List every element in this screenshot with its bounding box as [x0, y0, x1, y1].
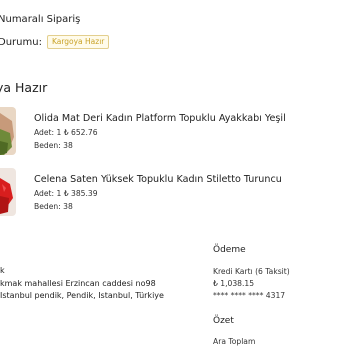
order-title: Numaralı Sipariş — [0, 14, 81, 25]
summary-heading: Özet — [213, 316, 234, 326]
product-thumbnail[interactable] — [0, 107, 16, 155]
product-name[interactable]: Olida Mat Deri Kadın Platform Topuklu Ay… — [34, 113, 286, 124]
status-badge: Kargoya Hazır — [46, 35, 110, 49]
section-heading: ya Hazır — [0, 80, 48, 95]
red-shoe-image — [0, 168, 16, 216]
product-qty-price: Adet: 1 ₺ 385.39 — [34, 189, 98, 198]
address-line-city: Istanbul pendik, Pendik, Istanbul, Türki… — [0, 291, 164, 300]
payment-amount: ₺ 1,038.15 — [213, 279, 255, 288]
address-line-street: kmak mahallesi Erzincan caddesi no98 — [0, 279, 156, 288]
payment-method: Kredi Kartı (6 Taksit) — [213, 267, 290, 276]
product-qty-price: Adet: 1 ₺ 652.76 — [34, 128, 98, 137]
address-line-name: k — [0, 266, 5, 275]
product-item[interactable]: Olida Mat Deri Kadın Platform Topuklu Ay… — [0, 107, 350, 167]
product-thumbnail[interactable] — [0, 168, 16, 216]
status-label: Durumu: — [0, 36, 42, 48]
green-shoe-image — [0, 107, 16, 155]
summary-subtotal-label: Ara Toplam — [213, 337, 256, 346]
payment-card-number: **** **** **** 4317 — [213, 291, 286, 300]
order-status-row: Durumu: Kargoya Hazır — [0, 35, 110, 49]
payment-heading: Ödeme — [213, 245, 246, 255]
product-name[interactable]: Celena Saten Yüksek Topuklu Kadın Stilet… — [34, 174, 282, 185]
product-item[interactable]: Celena Saten Yüksek Topuklu Kadın Stilet… — [0, 168, 350, 228]
product-size: Beden: 38 — [34, 141, 73, 150]
product-size: Beden: 38 — [34, 202, 73, 211]
